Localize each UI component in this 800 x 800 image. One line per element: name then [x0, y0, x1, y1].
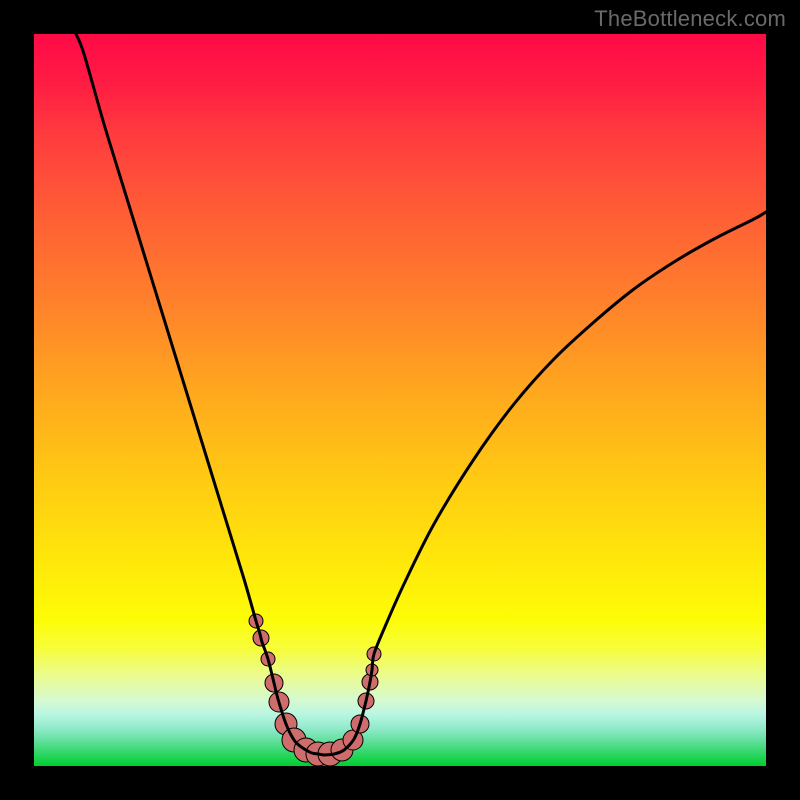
watermark-text: TheBottleneck.com	[594, 6, 786, 32]
curve-right-branch	[324, 212, 766, 755]
chart-svg	[34, 34, 766, 766]
plot-area	[34, 34, 766, 766]
marker-layer	[249, 614, 381, 766]
image-frame: TheBottleneck.com	[0, 0, 800, 800]
curve-left-branch	[76, 34, 324, 755]
